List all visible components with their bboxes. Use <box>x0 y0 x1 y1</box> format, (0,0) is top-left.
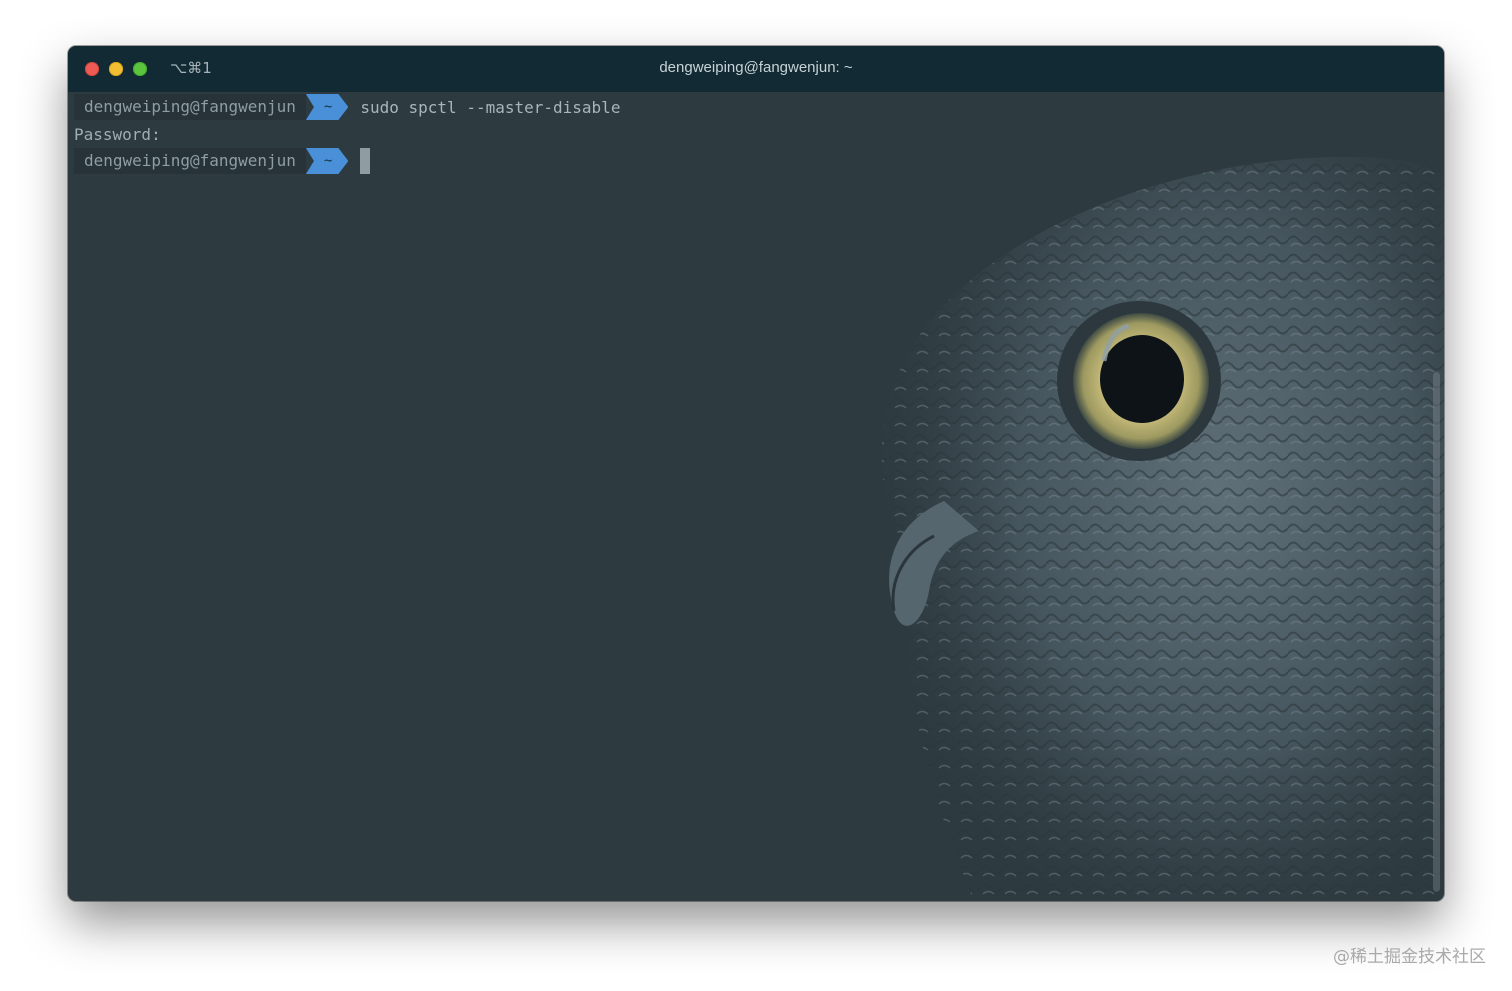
prompt-directory: ~ <box>306 94 348 120</box>
terminal-window: ⌥⌘1 dengweiping@fangwenjun: ~ dengweipin… <box>68 46 1444 901</box>
title-bar[interactable]: ⌥⌘1 dengweiping@fangwenjun: ~ <box>68 46 1444 92</box>
command-text: sudo spctl --master-disable <box>360 97 621 117</box>
prompt-line: dengweiping@fangwenjun ~ <box>74 148 371 174</box>
prompt-user: dengweiping@fangwenjun <box>74 94 306 120</box>
prompt-line: dengweiping@fangwenjun ~ sudo spctl --mast… <box>74 94 620 120</box>
window-title: dengweiping@fangwenjun: ~ <box>659 59 853 76</box>
terminal-content[interactable]: dengweiping@fangwenjun ~ sudo spctl --mast… <box>68 92 1444 901</box>
output-line: Password: <box>74 121 161 147</box>
password-prompt: Password: <box>74 124 161 144</box>
text-cursor[interactable] <box>360 148 371 174</box>
scrollbar[interactable] <box>1433 372 1440 892</box>
prompt-directory: ~ <box>306 148 348 174</box>
prompt-user: dengweiping@fangwenjun <box>74 148 306 174</box>
owl-background-image <box>881 156 1444 901</box>
watermark: @稀土掘金技术社区 <box>1333 947 1486 967</box>
